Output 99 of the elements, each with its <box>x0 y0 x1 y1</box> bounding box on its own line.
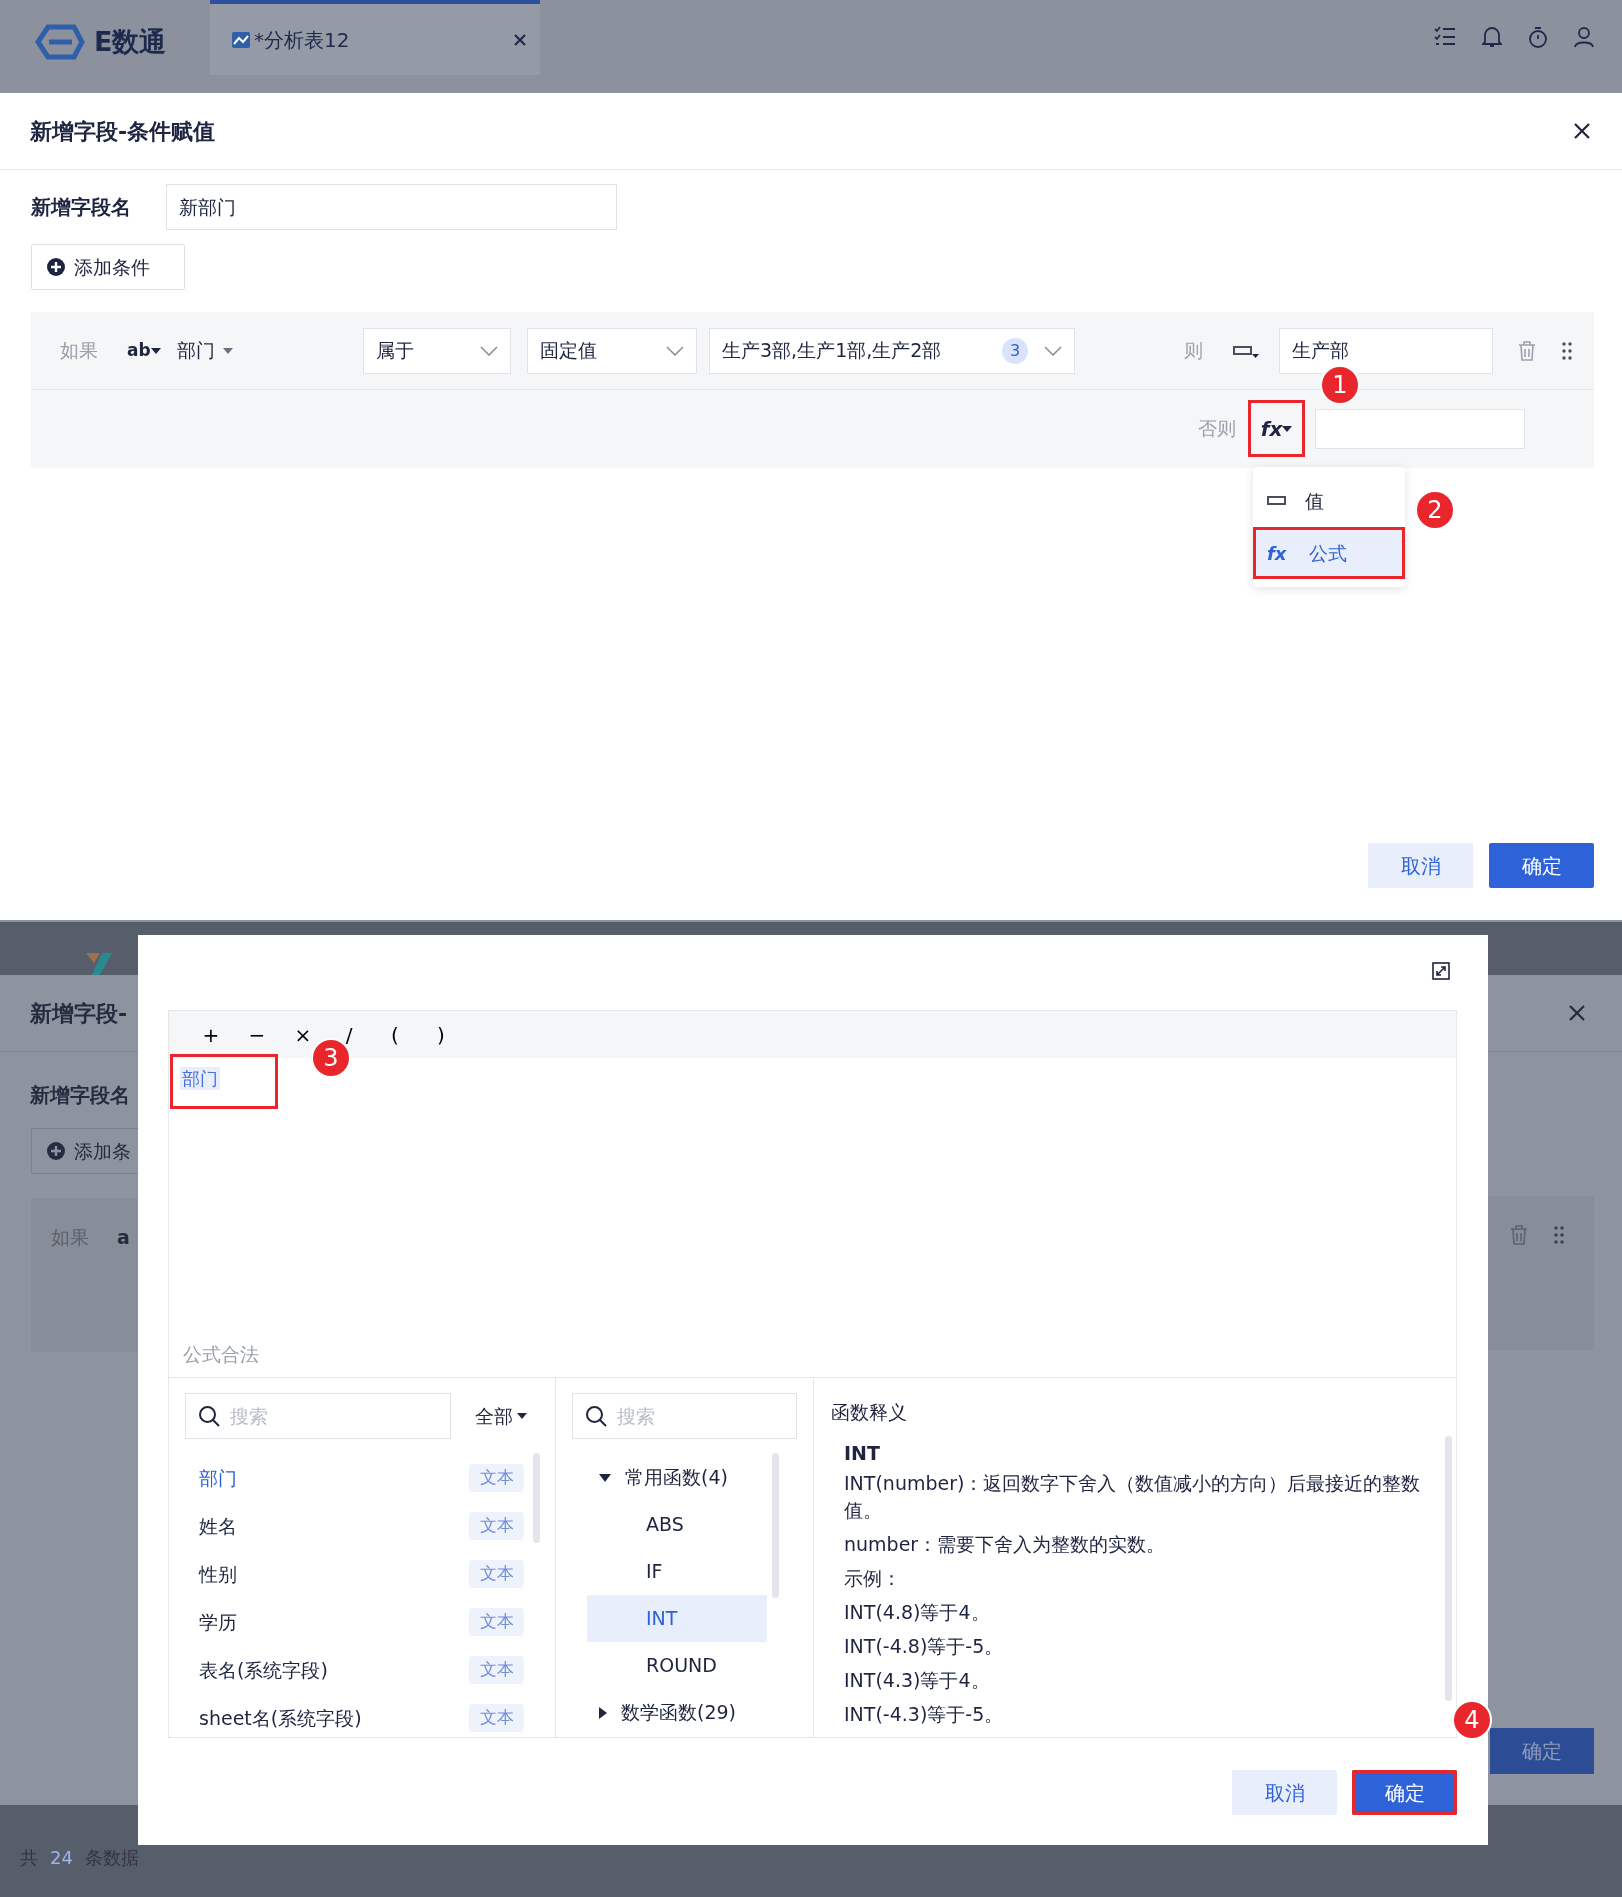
tree-group[interactable]: 常用函数(4) <box>587 1454 767 1501</box>
search-placeholder: 搜索 <box>230 1403 268 1429</box>
menu-item[interactable]: 值 <box>1253 475 1405 527</box>
field-token[interactable]: 部门 <box>180 1067 220 1090</box>
select-value: 生产3部,生产1部,生产2部 <box>722 338 942 364</box>
total-count: 24 <box>50 1845 73 1870</box>
input-field[interactable] <box>1315 408 1525 449</box>
function-item[interactable]: IF <box>587 1548 767 1595</box>
caret-icon <box>150 347 161 354</box>
fx-glyph: fx <box>1267 541 1288 566</box>
chevron-down-icon <box>1044 345 1062 356</box>
values-select[interactable]: 生产3部,生产1部,生产2部 3 <box>709 327 1075 374</box>
close-icon[interactable] <box>1572 121 1592 141</box>
collapsed-triangle-icon <box>599 1706 607 1719</box>
scrollbar[interactable] <box>1445 1436 1452 1701</box>
type-tag: 文本 <box>469 1608 524 1636</box>
input-field[interactable]: 新部门 <box>166 184 617 230</box>
help-text: INT(4.8)等于4。 <box>844 1600 991 1625</box>
search-icon <box>198 1405 220 1427</box>
add-condition-button[interactable]: 添加条 <box>31 1128 138 1174</box>
input-field[interactable]: 生产部 <box>1279 327 1493 374</box>
step-number: 2 <box>1415 490 1455 530</box>
document-tab[interactable]: *分析表12 <box>210 0 540 75</box>
field-list-item[interactable]: 姓名 文本 <box>185 1502 524 1550</box>
help-text: INT(number)：返回数字下舍入（数值减小的方向）后最接近的整数值。 <box>844 1471 1421 1523</box>
field-list-item[interactable]: 性别 文本 <box>185 1550 524 1598</box>
operator-button[interactable]: ( <box>372 1019 418 1050</box>
tree-group[interactable]: 数学函数(29) <box>587 1689 767 1736</box>
field-list-item[interactable]: 表名(系统字段) 文本 <box>185 1646 524 1694</box>
help-text: INT(-4.3)等于-5。 <box>844 1702 1005 1727</box>
operator-button[interactable]: − <box>234 1019 280 1050</box>
caret-icon <box>223 347 233 354</box>
search-icon <box>585 1405 607 1427</box>
field-type-label: a <box>117 1224 130 1250</box>
search-placeholder: 搜索 <box>617 1403 655 1429</box>
type-tag: 文本 <box>469 1704 524 1732</box>
help-text: INT(-4.8)等于-5。 <box>844 1634 1005 1659</box>
select-value: 固定值 <box>540 338 597 364</box>
count-badge: 3 <box>1002 337 1028 364</box>
logo-icon <box>86 953 112 975</box>
field-list-item[interactable]: 学历 文本 <box>185 1598 524 1646</box>
drag-handle-icon[interactable] <box>1554 1226 1564 1244</box>
scrollbar[interactable] <box>533 1453 540 1543</box>
help-text: number：需要下舍入为整数的实数。 <box>844 1532 1167 1557</box>
app-logo-text: E数通 <box>94 25 167 59</box>
cancel-button[interactable]: 取消 <box>1232 1770 1337 1815</box>
scrollbar[interactable] <box>772 1453 779 1598</box>
chart-icon <box>232 31 250 48</box>
type-tag: 文本 <box>469 1656 524 1684</box>
select-value: 属于 <box>376 338 414 364</box>
plus-circle-icon <box>46 1141 66 1161</box>
field-type-button[interactable]: ab <box>127 337 177 364</box>
plus-circle-icon <box>46 257 66 277</box>
user-icon[interactable] <box>1574 26 1594 48</box>
help-text: INT(4.3)等于4。 <box>844 1668 991 1693</box>
tab-title: *分析表12 <box>254 26 351 54</box>
cancel-button[interactable]: 取消 <box>1368 843 1473 888</box>
expand-icon[interactable] <box>1432 962 1450 980</box>
step-number: 4 <box>1452 1700 1492 1740</box>
menu-item[interactable]: fx 公式 <box>1253 527 1405 579</box>
drag-handle-icon[interactable] <box>1562 341 1572 360</box>
formula-type-button[interactable]: fx <box>1248 400 1305 457</box>
if-label: 如果 <box>60 338 99 364</box>
field-list-item[interactable]: sheet名(系统字段) 文本 <box>185 1694 524 1737</box>
field-label: 新增字段名 <box>30 1082 131 1109</box>
chevron-down-icon <box>480 345 498 356</box>
help-text: 示例： <box>844 1566 902 1591</box>
field-list-item[interactable]: 部门 文本 <box>185 1454 524 1502</box>
add-condition-button[interactable]: 添加条件 <box>31 244 185 290</box>
field-dropdown[interactable]: 部门 <box>177 336 363 365</box>
formula-status: 公式合法 <box>182 1341 260 1367</box>
chevron-down-icon <box>666 345 684 356</box>
field-label: 新增字段名 <box>31 194 132 221</box>
checklist-icon[interactable] <box>1434 26 1456 46</box>
timer-icon[interactable] <box>1528 26 1548 48</box>
source-select[interactable]: 固定值 <box>527 327 697 374</box>
step-number: 1 <box>1320 365 1360 405</box>
caret-icon <box>1282 425 1293 432</box>
operator-select[interactable]: 属于 <box>363 327 511 374</box>
type-tag: 文本 <box>469 1560 524 1588</box>
expanded-triangle-icon <box>599 1473 611 1482</box>
dialog-title: 新增字段-条件赋值 <box>30 117 216 146</box>
function-name: INT <box>844 1440 881 1466</box>
confirm-button[interactable]: 确定 <box>1352 1770 1457 1815</box>
bell-icon[interactable] <box>1482 26 1502 48</box>
caret-icon <box>517 1413 527 1419</box>
operator-button[interactable]: + <box>188 1019 234 1050</box>
confirm-button[interactable]: 确定 <box>1489 843 1594 888</box>
logo-icon <box>34 24 86 61</box>
type-tag: 文本 <box>469 1464 524 1492</box>
filter-dropdown[interactable]: 全部 <box>475 1401 527 1431</box>
else-label: 否则 <box>1198 416 1236 442</box>
operator-button[interactable]: ) <box>418 1019 464 1050</box>
type-tag: 文本 <box>469 1512 524 1540</box>
panel-heading: 函数释义 <box>831 1399 908 1425</box>
then-label: 则 <box>1184 338 1203 364</box>
function-item[interactable]: ROUND <box>587 1642 767 1689</box>
function-item[interactable]: ABS <box>587 1501 767 1548</box>
function-item[interactable]: INT <box>587 1595 767 1642</box>
